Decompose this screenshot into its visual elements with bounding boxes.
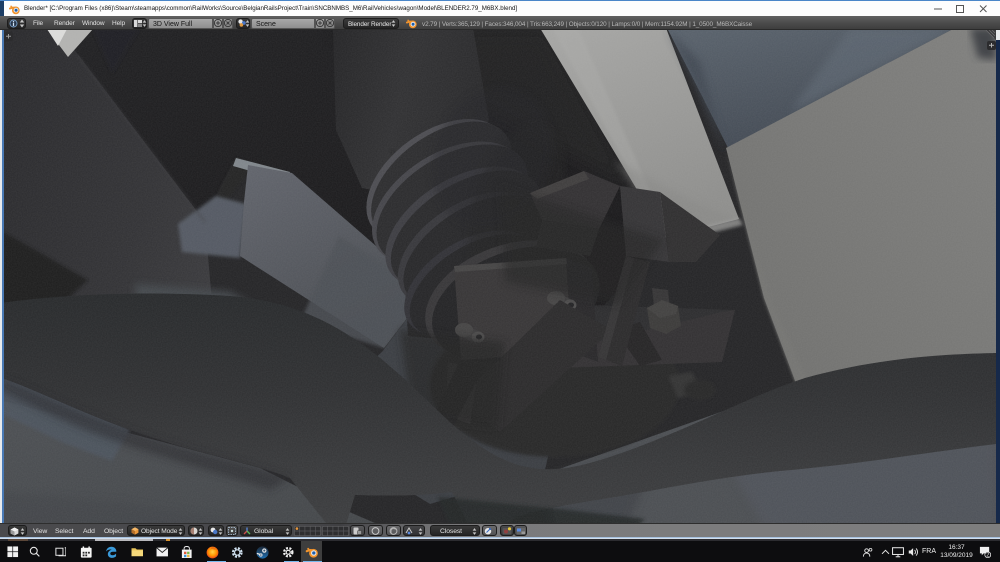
svg-text:2: 2 [986,552,989,557]
